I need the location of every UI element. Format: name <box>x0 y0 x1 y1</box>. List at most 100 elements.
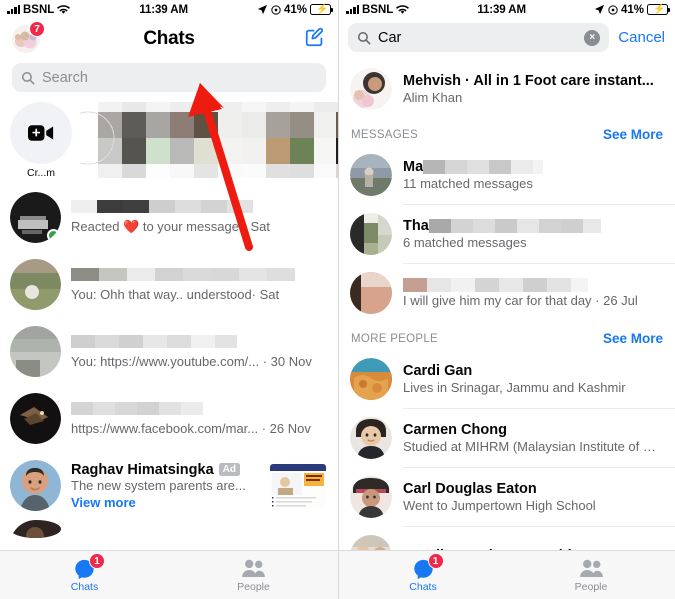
people-see-more-link[interactable]: See More <box>603 331 663 346</box>
chat-row[interactable]: Reacted ❤️ to your message · Sat <box>0 184 338 251</box>
person-result-row[interactable]: Carl Douglas Eaton Went to Jumpertown Hi… <box>339 468 675 526</box>
status-bar: BSNL 11:39 AM 41% ⚡ <box>0 0 338 19</box>
page-title: Chats <box>143 28 195 49</box>
people-icon <box>241 557 266 580</box>
blurred-name-row: Ma <box>403 159 663 175</box>
tab-people[interactable]: People <box>507 551 675 599</box>
profile-badge: 7 <box>29 21 45 37</box>
message-result-row[interactable]: Tha 6 matched messages <box>339 205 675 263</box>
tab-people[interactable]: People <box>169 551 338 599</box>
chat-row[interactable]: You: Ohh that way.. understood· Sat <box>0 251 338 318</box>
tab-chats[interactable]: 1 Chats <box>0 551 169 599</box>
avatar <box>350 476 392 518</box>
avatar <box>350 213 392 255</box>
clear-search-icon[interactable]: × <box>584 29 601 46</box>
clock: 11:39 AM <box>477 3 526 16</box>
messages-section-header: MESSAGES See More <box>339 118 675 146</box>
online-indicator <box>47 229 60 242</box>
create-room-label: Cr...m <box>27 167 55 179</box>
person-name: Cardi Gan <box>403 363 473 379</box>
avatar <box>10 326 61 377</box>
blurred-name <box>71 200 326 213</box>
search-input[interactable]: Car × <box>348 23 610 52</box>
message-result-row[interactable]: Ma 11 matched messages <box>339 146 675 204</box>
stories-row[interactable]: Cr...m <box>0 100 338 184</box>
search-input[interactable]: Search <box>12 63 326 92</box>
person-result-row[interactable]: Carmen Chong Studied at MIHRM (Malaysian… <box>339 409 675 467</box>
video-plus-icon <box>28 125 54 141</box>
blurred-name <box>423 160 544 174</box>
chat-row[interactable]: You: https://www.youtube.com/... · 30 No… <box>0 318 338 385</box>
bottom-tab-bar[interactable]: 1 Chats People <box>339 550 675 599</box>
avatar <box>350 68 392 110</box>
create-room-thumb <box>10 102 72 164</box>
avatar <box>10 520 61 538</box>
dual-screenshot: BSNL 11:39 AM 41% ⚡ 7 Chats Search Cr...… <box>0 0 675 599</box>
chats-badge: 1 <box>427 553 444 569</box>
people-section-title: MORE PEOPLE <box>351 332 439 345</box>
visible-name-fragment: Tha <box>403 218 429 234</box>
compose-icon[interactable] <box>304 26 326 53</box>
people-icon <box>579 557 604 580</box>
wifi-icon <box>57 4 71 14</box>
left-nav-bar: 7 Chats <box>0 19 338 59</box>
ad-advertiser-name: Raghav Himatsingka <box>71 461 214 478</box>
tab-chats-label: Chats <box>70 581 99 593</box>
avatar <box>350 154 392 196</box>
battery-icon: ⚡ <box>647 4 671 15</box>
ad-name-row: Raghav Himatsingka Ad <box>71 462 260 478</box>
ad-badge: Ad <box>218 463 240 476</box>
avatar <box>10 192 61 243</box>
bottom-tab-bar[interactable]: 1 Chats People <box>0 550 338 599</box>
create-room-button[interactable]: Cr...m <box>10 102 72 179</box>
blurred-stories-svg <box>80 102 338 178</box>
view-more-link[interactable]: View more <box>71 495 260 510</box>
battery-icon: ⚡ <box>310 4 334 15</box>
left-search-area: Search <box>0 59 338 100</box>
search-query-value: Car <box>378 29 402 46</box>
chat-preview: https://www.facebook.com/mar... · 26 Nov <box>71 420 311 436</box>
messages-see-more-link[interactable]: See More <box>603 127 663 142</box>
message-result-row[interactable]: I will give him my car for that day · 26… <box>339 264 675 322</box>
chat-row[interactable]: https://www.facebook.com/mar... · 26 Nov <box>0 385 338 452</box>
person-name: Carl Douglas Eaton <box>403 481 537 497</box>
avatar <box>10 460 61 511</box>
blurred-name <box>428 219 601 233</box>
location-arrow-icon <box>594 4 605 15</box>
chat-row-partial[interactable] <box>0 519 338 539</box>
messenger-chat-icon: 1 <box>412 553 444 580</box>
tab-chats-label: Chats <box>409 581 437 593</box>
result-subtitle: Alim Khan <box>403 90 463 105</box>
blurred-name <box>403 278 588 292</box>
people-section-header: MORE PEOPLE See More <box>339 322 675 350</box>
chat-preview: You: https://www.youtube.com/... · 30 No… <box>71 353 312 369</box>
blurred-name-row: Tha <box>403 218 663 234</box>
avatar <box>10 259 61 310</box>
chat-preview: Reacted ❤️ to your message · Sat <box>71 219 270 234</box>
alarm-circle-icon <box>608 4 618 15</box>
blurred-name <box>71 267 326 281</box>
tab-people-label: People <box>574 581 608 593</box>
chat-list[interactable]: Reacted ❤️ to your message · Sat You: Oh… <box>0 184 338 539</box>
avatar <box>350 417 392 459</box>
tab-chats[interactable]: 1 Chats <box>339 551 507 599</box>
profile-avatar-button[interactable]: 7 <box>12 21 45 53</box>
search-icon <box>22 71 35 84</box>
person-subtitle: Went to Jumpertown High School <box>403 498 596 513</box>
ad-preview-text: The new system parents are... <box>71 477 246 493</box>
message-snippet: I will give him my car for that day · 26… <box>403 293 638 308</box>
chat-preview: You: Ohh that way.. understood· Sat <box>71 286 280 302</box>
messages-section-title: MESSAGES <box>351 128 418 141</box>
clock: 11:39 AM <box>139 3 188 16</box>
top-search-result[interactable]: Mehvish · All in 1 Foot care instant... … <box>339 60 675 118</box>
wifi-icon <box>396 4 410 14</box>
tab-people-label: People <box>237 581 270 593</box>
sponsored-ad-row[interactable]: Raghav Himatsingka Ad The new system par… <box>0 452 338 519</box>
person-result-row[interactable]: Cardi Gan Lives in Srinagar, Jammu and K… <box>339 350 675 408</box>
status-bar: BSNL 11:39 AM 41% ⚡ <box>339 0 675 19</box>
ad-thumbnail[interactable] <box>270 463 326 508</box>
cancel-button[interactable]: Cancel <box>618 29 665 46</box>
person-subtitle: Lives in Srinagar, Jammu and Kashmir <box>403 380 626 395</box>
story-thumbnails[interactable] <box>80 102 338 178</box>
avatar <box>350 358 392 400</box>
